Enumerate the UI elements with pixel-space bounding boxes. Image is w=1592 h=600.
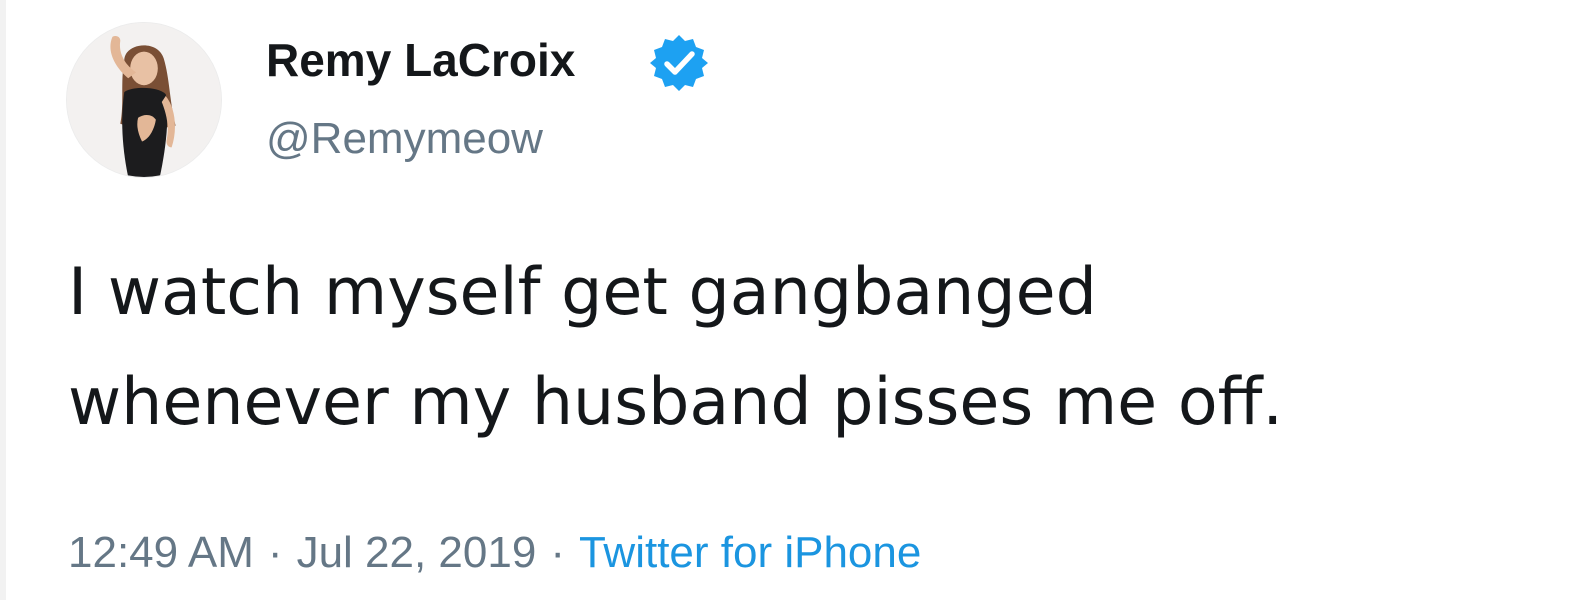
verified-badge-icon [648,32,710,94]
tweet-text-line: I watch myself get gangbanged [68,255,1097,330]
tweet-text-line: whenever my husband pisses me off. [68,365,1284,440]
tweet-time[interactable]: 12:49 AM [68,528,254,577]
tweet-text: I watch myself get gangbanged whenever m… [68,238,1568,458]
avatar[interactable] [66,22,222,178]
tweet-source-link[interactable]: Twitter for iPhone [579,528,921,577]
tweet-card: Remy LaCroix @Remymeow I watch myself ge… [0,0,1592,600]
author-handle[interactable]: @Remymeow [266,108,543,170]
meta-separator: · [550,528,565,577]
meta-separator: · [267,528,283,577]
avatar-photo [67,23,221,177]
author-display-name[interactable]: Remy LaCroix [266,28,575,92]
tweet-meta: 12:49 AM · Jul 22, 2019 · Twitter for iPhone [68,522,921,584]
tweet-date[interactable]: Jul 22, 2019 [297,528,537,577]
